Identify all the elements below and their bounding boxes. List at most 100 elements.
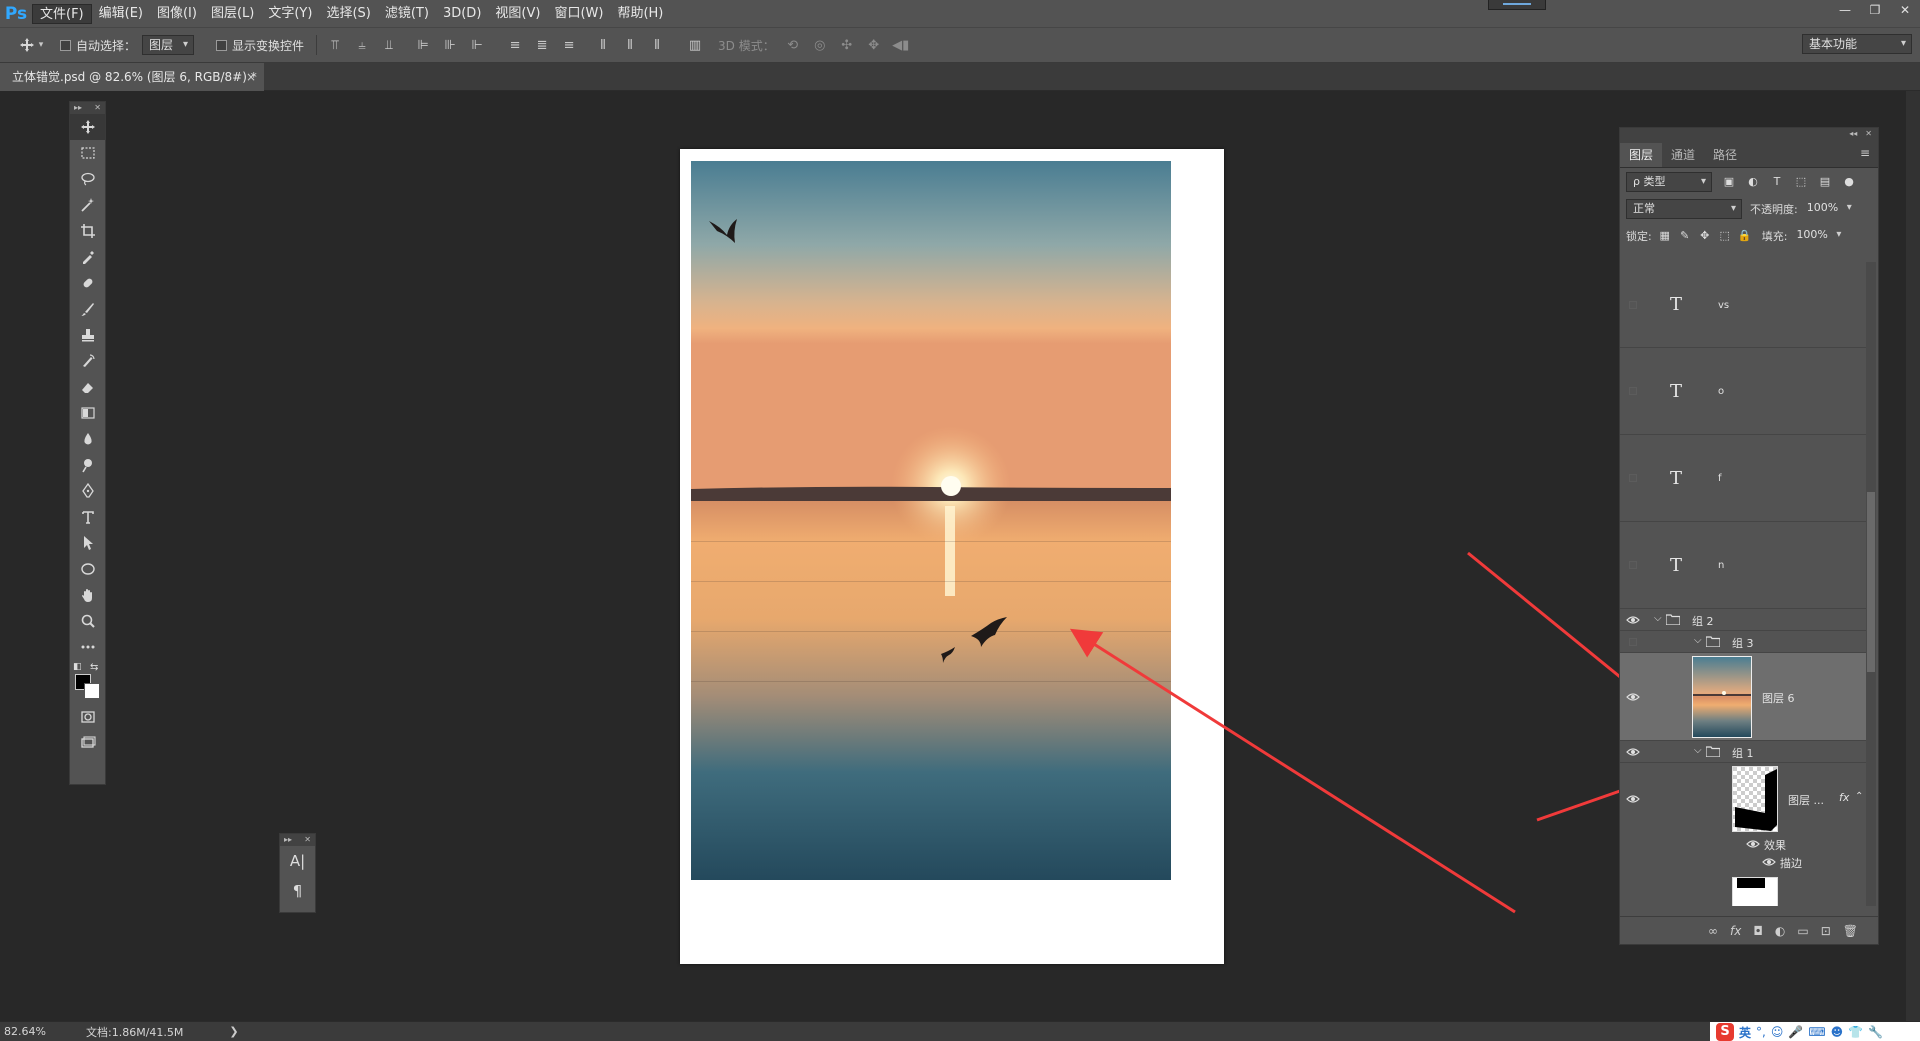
char-panel-header[interactable]: ▸▸ ✕ <box>280 834 315 846</box>
align-vcenter-icon[interactable]: ⫨ <box>353 36 371 54</box>
blend-mode-dropdown[interactable]: 正常 <box>1626 198 1742 219</box>
eye-icon[interactable] <box>1746 837 1760 851</box>
sunset-photo-layer[interactable] <box>691 161 1171 880</box>
align-bottom-icon[interactable]: ⫫ <box>380 36 398 54</box>
type-filter-icon[interactable]: T <box>1770 175 1784 189</box>
stamp-tool[interactable] <box>70 322 105 348</box>
layer-group-1[interactable]: ⌵ 组 1 <box>1620 741 1866 763</box>
sogou-logo-icon[interactable]: S <box>1716 1023 1734 1041</box>
lock-position-icon[interactable]: ✥ <box>1698 229 1712 243</box>
shape-filter-icon[interactable]: ⬚ <box>1794 175 1808 189</box>
brush-tool[interactable] <box>70 296 105 322</box>
dodge-tool[interactable] <box>70 452 105 478</box>
paragraph-panel-button[interactable]: ¶ <box>280 876 315 906</box>
tab-paths[interactable]: 路径 <box>1704 143 1746 167</box>
align-top-icon[interactable]: ⫪ <box>326 36 344 54</box>
distribute-hcenter-icon[interactable]: ⦀ <box>621 36 639 54</box>
crop-tool[interactable] <box>70 218 105 244</box>
layer-6[interactable]: 图层 6 <box>1620 653 1866 741</box>
punctuation-icon[interactable]: °, <box>1756 1025 1766 1039</box>
lock-all-icon[interactable]: 🔒 <box>1738 229 1752 243</box>
menu-item-5[interactable]: 选择(S) <box>319 4 377 24</box>
layer-filter-dropdown[interactable]: ρ 类型 <box>1626 171 1712 192</box>
fill-field[interactable]: 100% <box>1790 226 1846 246</box>
layer-text-f[interactable]: T f <box>1620 435 1866 522</box>
layer-next-partial[interactable] <box>1620 871 1866 906</box>
magic-wand-tool[interactable] <box>70 192 105 218</box>
menu-item-0[interactable]: 文件(F) <box>32 3 92 24</box>
distribute-left-icon[interactable]: ⦀ <box>594 36 612 54</box>
chevron-down-icon[interactable]: ⌵ <box>1654 613 1662 624</box>
effects-row[interactable]: 效果 <box>1620 835 1866 853</box>
layer-text-vs[interactable]: T vs <box>1620 262 1866 348</box>
restore-button[interactable]: ❐ <box>1860 0 1890 20</box>
layer-text-o[interactable]: T o <box>1620 348 1866 435</box>
document-tab[interactable]: 立体错觉.psd @ 82.6% (图层 6, RGB/8#) * × <box>0 63 264 91</box>
panel-close-icon[interactable]: ✕ <box>304 834 311 846</box>
visibility-toggle[interactable] <box>1626 558 1640 572</box>
auto-select-checkbox[interactable] <box>60 39 71 51</box>
layer-group-3[interactable]: ⌵ 组 3 <box>1620 631 1866 653</box>
menu-item-2[interactable]: 图像(I) <box>150 4 204 24</box>
3d-drag-icon[interactable]: ✣ <box>838 36 856 54</box>
adjustment-layer-icon[interactable]: ◐ <box>1775 924 1785 938</box>
blur-tool[interactable] <box>70 426 105 452</box>
history-brush-tool[interactable] <box>70 348 105 374</box>
chevron-down-icon[interactable]: ⌵ <box>1694 635 1702 646</box>
chevron-down-icon[interactable]: ▾ <box>36 36 46 54</box>
distribute-bottom-icon[interactable]: ≡ <box>560 36 578 54</box>
menu-item-3[interactable]: 图层(L) <box>204 4 261 24</box>
lock-transparency-icon[interactable]: ▦ <box>1658 229 1672 243</box>
zoom-tool[interactable] <box>70 608 105 634</box>
show-transform-checkbox[interactable] <box>216 39 228 51</box>
pixel-filter-icon[interactable]: ▣ <box>1722 175 1736 189</box>
layers-scrollbar[interactable] <box>1866 262 1876 906</box>
user-icon[interactable]: ☻ <box>1831 1025 1844 1039</box>
layer-group-2[interactable]: ⌵ 组 2 <box>1620 609 1866 631</box>
ime-language[interactable]: 英 <box>1739 1024 1751 1041</box>
menu-item-9[interactable]: 窗口(W) <box>547 4 610 24</box>
shirt-icon[interactable]: 👕 <box>1848 1025 1863 1039</box>
chevron-up-icon[interactable]: ⌃ <box>1855 791 1863 802</box>
visibility-toggle[interactable] <box>1626 471 1640 485</box>
default-colors-icon[interactable]: ◧ <box>73 662 82 672</box>
distribute-right-icon[interactable]: ⦀ <box>648 36 666 54</box>
canvas-document[interactable] <box>680 149 1224 964</box>
more-tools[interactable] <box>70 634 105 660</box>
distribute-vcenter-icon[interactable]: ≣ <box>533 36 551 54</box>
move-icon[interactable] <box>18 36 36 54</box>
opacity-field[interactable]: 100% <box>1801 199 1857 219</box>
workspace-dropdown[interactable]: 基本功能 <box>1802 34 1912 54</box>
layers-panel-header[interactable]: ◂◂ ✕ <box>1620 128 1878 140</box>
fx-badge[interactable]: fx <box>1839 791 1849 804</box>
eye-icon[interactable] <box>1626 792 1640 806</box>
canvas-scrollbar[interactable] <box>1906 91 1920 1021</box>
lock-pixels-icon[interactable]: ✎ <box>1678 229 1692 243</box>
menu-item-1[interactable]: 编辑(E) <box>92 4 150 24</box>
3d-rotate-icon[interactable]: ⟲ <box>784 36 802 54</box>
panel-menu-icon[interactable]: ≡ <box>1860 146 1870 160</box>
menu-item-6[interactable]: 滤镜(T) <box>378 4 436 24</box>
align-left-icon[interactable]: ⊫ <box>414 36 432 54</box>
eyedropper-tool[interactable] <box>70 244 105 270</box>
visibility-toggle[interactable] <box>1626 635 1640 649</box>
link-layers-icon[interactable]: ∞ <box>1708 924 1718 938</box>
type-tool[interactable] <box>70 504 105 530</box>
3d-slide-icon[interactable]: ✥ <box>865 36 883 54</box>
healing-tool[interactable] <box>70 270 105 296</box>
layers-scroll-thumb[interactable] <box>1867 492 1875 672</box>
move-tool[interactable] <box>70 114 105 140</box>
adjustment-filter-icon[interactable]: ◐ <box>1746 175 1760 189</box>
character-panel-button[interactable]: A| <box>280 846 315 876</box>
tab-close-icon[interactable]: × <box>246 63 256 91</box>
microphone-icon[interactable]: 🎤 <box>1788 1025 1803 1039</box>
chevron-down-icon[interactable]: ⌵ <box>1694 745 1702 756</box>
panel-close-icon[interactable]: ✕ <box>1865 128 1872 140</box>
hand-tool[interactable] <box>70 582 105 608</box>
gradient-tool[interactable] <box>70 400 105 426</box>
marquee-tool[interactable] <box>70 140 105 166</box>
background-color[interactable] <box>84 683 100 699</box>
swap-colors-icon[interactable]: ⇆ <box>90 662 98 673</box>
menu-item-8[interactable]: 视图(V) <box>488 4 547 24</box>
visibility-toggle[interactable] <box>1626 298 1640 312</box>
